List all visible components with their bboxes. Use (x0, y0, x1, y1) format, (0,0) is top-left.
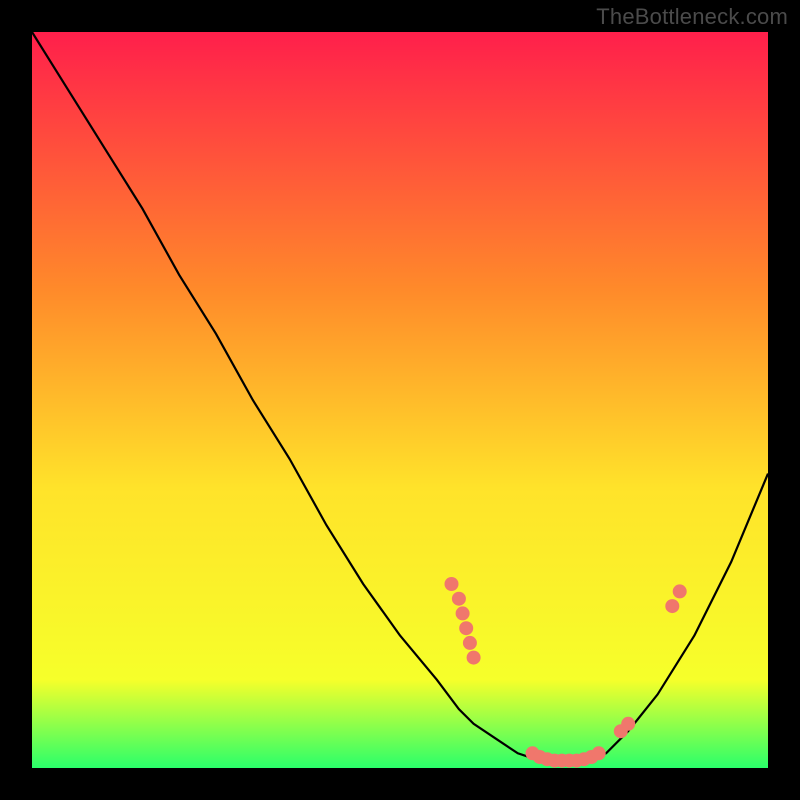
marker-point (459, 621, 473, 635)
marker-point (445, 577, 459, 591)
watermark-label: TheBottleneck.com (596, 4, 788, 30)
gradient-background (32, 32, 768, 768)
marker-point (463, 636, 477, 650)
plot-area (32, 32, 768, 768)
marker-point (673, 584, 687, 598)
marker-point (452, 592, 466, 606)
marker-point (665, 599, 679, 613)
marker-point (621, 717, 635, 731)
marker-point (592, 746, 606, 760)
chart-container: TheBottleneck.com (0, 0, 800, 800)
marker-point (456, 606, 470, 620)
marker-point (467, 651, 481, 665)
bottleneck-chart (32, 32, 768, 768)
